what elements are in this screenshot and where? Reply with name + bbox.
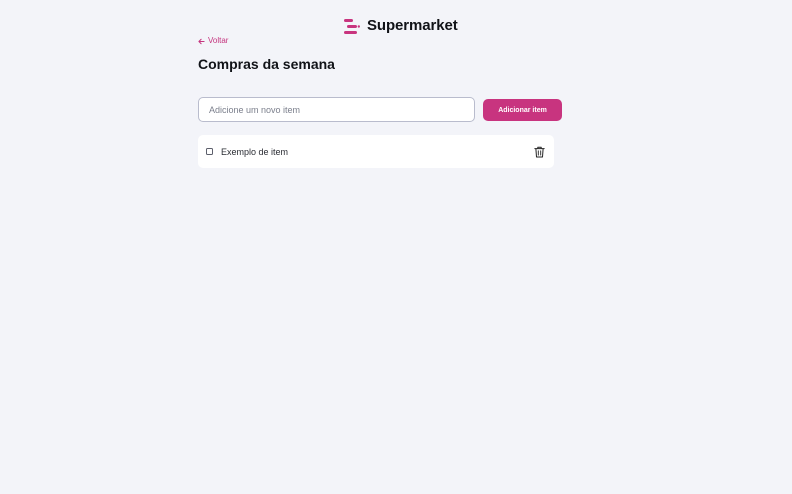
list-item: Exemplo de item xyxy=(198,135,554,168)
arrow-left-icon xyxy=(198,38,205,44)
page: Supermarket Voltar Compras da semana Adi… xyxy=(0,0,792,494)
back-link[interactable]: Voltar xyxy=(198,36,228,46)
back-link-label: Voltar xyxy=(208,36,229,45)
page-title: Compras da semana xyxy=(198,56,335,72)
brand: Supermarket xyxy=(344,16,458,36)
delete-item-button[interactable] xyxy=(532,145,546,159)
add-item-button[interactable]: Adicionar item xyxy=(483,99,562,121)
list-lines-icon xyxy=(344,18,360,34)
item-checkbox[interactable] xyxy=(206,148,213,155)
new-item-input[interactable] xyxy=(198,97,475,122)
brand-name: Supermarket xyxy=(367,17,458,34)
trash-icon xyxy=(533,146,545,157)
item-label: Exemplo de item xyxy=(221,146,289,157)
item-list: Exemplo de item xyxy=(198,135,554,168)
